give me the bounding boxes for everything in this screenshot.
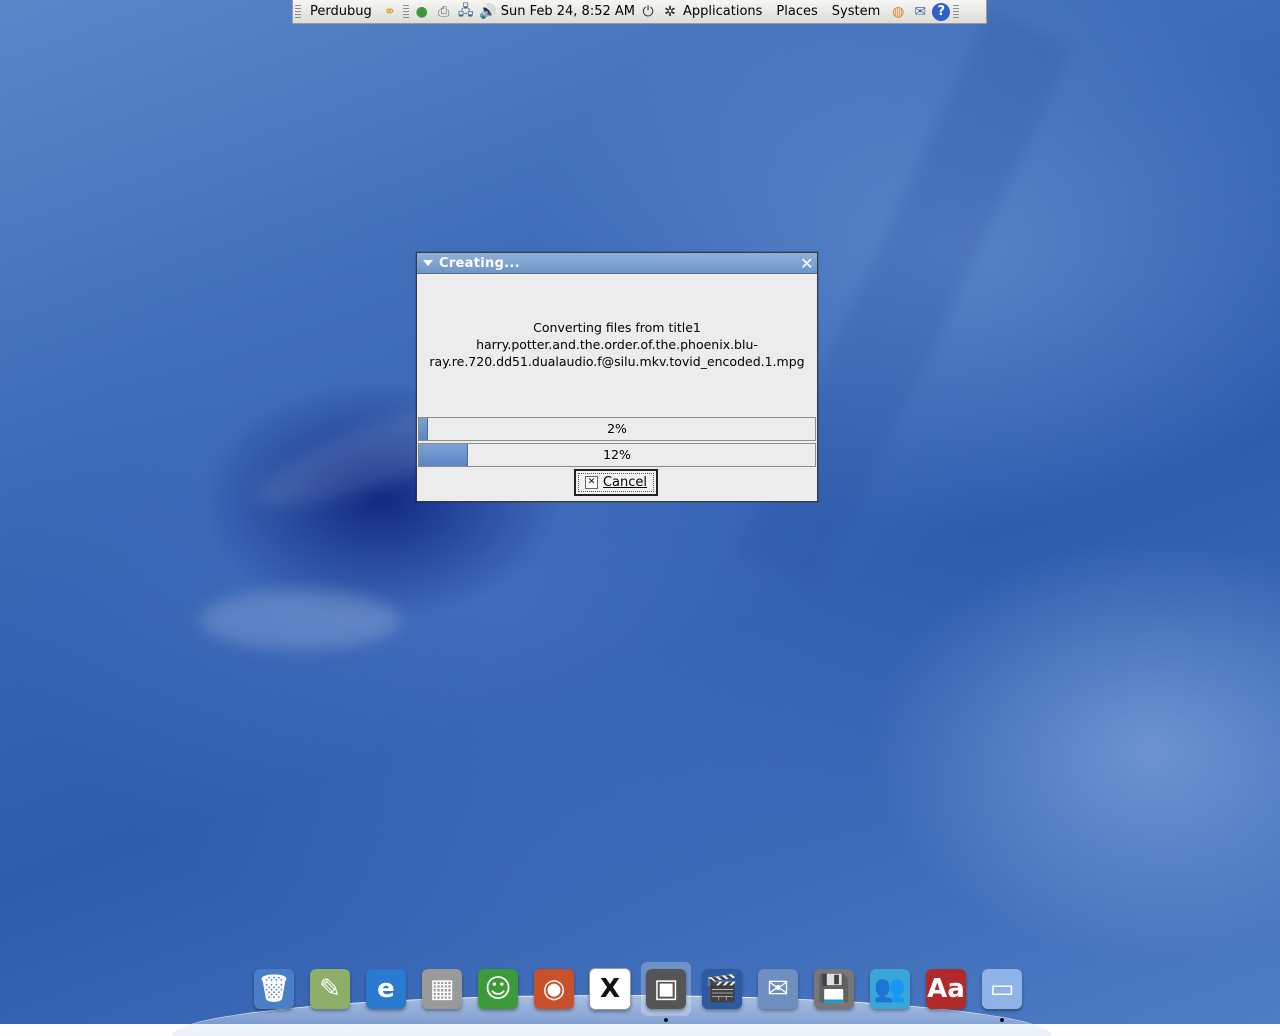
trash-icon: 🗑 [254, 969, 294, 1009]
text-editor-icon: ✎ [310, 969, 350, 1009]
volume-icon[interactable]: 🔊 [478, 3, 498, 21]
user-switcher[interactable]: Perdubug [303, 4, 379, 19]
video-editor-icon: 🎬 [702, 969, 742, 1009]
top-panel: Perdubug ⚭ ● ⎙ 🖧 🔊 Sun Feb 24, 8:52 AM ⏻… [292, 0, 987, 24]
dock: 🗑 ✎ e ▦ ☺ ◉ X ▣ 🎬 ✉ 💾 👥 Aa ▭ [246, 956, 1030, 1022]
cancel-label: Cancel [602, 475, 648, 490]
help-icon[interactable]: ? [932, 2, 951, 21]
dock-item[interactable]: 👥 [865, 962, 915, 1016]
overall-progress-label: 12% [603, 447, 631, 462]
x11-icon: X [589, 968, 631, 1010]
clock[interactable]: Sun Feb 24, 8:52 AM [499, 4, 637, 19]
conversion-message: Converting files from title1 harry.potte… [417, 319, 817, 370]
screen-capture-icon: ▣ [646, 969, 686, 1009]
power-icon[interactable]: ⏻ [638, 3, 658, 21]
panel-grip[interactable] [295, 4, 301, 19]
web-browser-launcher-icon[interactable]: ◍ [888, 3, 908, 21]
calculator-icon: ▦ [422, 969, 462, 1009]
disc-burner-icon: ◉ [534, 969, 574, 1009]
network-monitor-icon[interactable]: 🖧 [456, 3, 476, 21]
running-indicator [664, 1018, 668, 1022]
dock-item[interactable]: ◉ [529, 962, 579, 1016]
creating-progress-dialog: Creating... ✕ Converting files from titl… [416, 252, 818, 502]
dock-item[interactable]: ▭ [977, 962, 1027, 1022]
instant-messenger-icon: ☺ [478, 969, 518, 1009]
menu-system[interactable]: System [825, 4, 887, 19]
dock-item[interactable]: ✉ [753, 962, 803, 1016]
folder-icon: ▭ [982, 969, 1022, 1009]
dock-item[interactable]: ✎ [305, 962, 355, 1016]
title-progress-label: 2% [607, 421, 627, 436]
dialog-title: Creating... [439, 255, 520, 271]
menu-places[interactable]: Places [769, 4, 824, 19]
mail-icon: ✉ [758, 969, 798, 1009]
messenger-people-icon: 👥 [870, 969, 910, 1009]
dock-item[interactable]: ☺ [473, 962, 523, 1016]
dock-item[interactable]: 🗑 [249, 962, 299, 1016]
message-line: Converting files from title1 [533, 320, 701, 335]
panel-grip[interactable] [402, 4, 409, 19]
dock-item[interactable]: e [361, 962, 411, 1016]
dock-item[interactable]: 🎬 [697, 962, 747, 1016]
menu-applications[interactable]: Applications [681, 4, 769, 19]
dock-item[interactable]: X [585, 962, 635, 1016]
network-status-icon[interactable]: ● [412, 3, 432, 21]
wallpaper-highlight [200, 590, 400, 650]
message-line: harry.potter.and.the.order.of.the.phoeni… [476, 337, 758, 352]
ubuntu-logo-icon: ✲ [664, 3, 676, 20]
mail-launcher-icon[interactable]: ✉ [910, 3, 930, 21]
cancel-icon: ✕ [584, 476, 598, 489]
dictionary-icon: Aa [926, 969, 966, 1009]
close-icon[interactable]: ✕ [798, 254, 816, 273]
dock-item[interactable]: ▣ [641, 962, 691, 1022]
cancel-button[interactable]: ✕ Cancel [574, 469, 658, 496]
desktop-background [0, 0, 1280, 1024]
dock-item[interactable]: 💾 [809, 962, 859, 1016]
message-line: ray.re.720.dd51.dualaudio.f@silu.mkv.tov… [429, 354, 805, 369]
dock-item[interactable]: Aa [921, 962, 971, 1016]
web-browser-icon: e [366, 969, 406, 1009]
title-progress-bar: 2% [418, 417, 816, 441]
disk-backup-icon: 💾 [814, 969, 854, 1009]
dock-item[interactable]: ▦ [417, 962, 467, 1016]
printer-icon[interactable]: ⎙ [434, 3, 454, 21]
links-icon[interactable]: ⚭ [380, 3, 400, 21]
window-menu-icon[interactable] [423, 260, 433, 266]
running-indicator [1000, 1018, 1004, 1022]
dialog-titlebar[interactable]: Creating... ✕ [417, 253, 817, 274]
overall-progress-bar: 12% [418, 443, 816, 467]
panel-grip[interactable] [953, 4, 960, 19]
